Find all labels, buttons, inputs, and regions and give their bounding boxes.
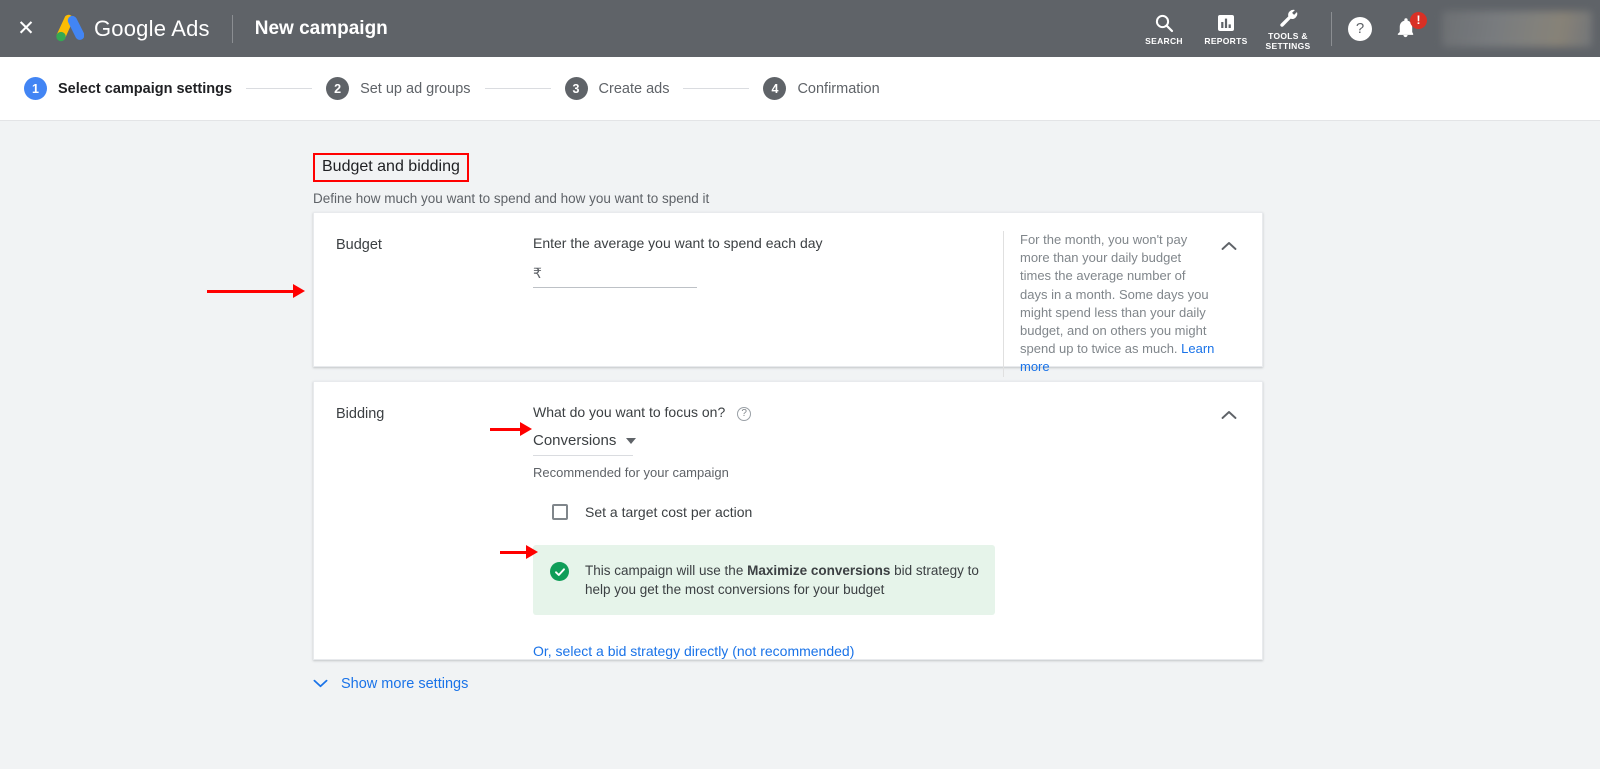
step-4-number: 4 (763, 77, 786, 100)
close-icon[interactable]: ✕ (0, 0, 52, 57)
top-app-bar: ✕ Google Ads New campaign SEARCH (0, 0, 1600, 57)
bidding-row-label: Bidding (336, 406, 384, 422)
budget-row-label: Budget (336, 237, 382, 253)
reports-label: REPORTS (1204, 37, 1247, 47)
step-3-number: 3 (565, 77, 588, 100)
focus-select-value: Conversions (533, 432, 616, 449)
section-subtitle: Define how much you want to spend and ho… (313, 190, 709, 208)
brand-name: Google Ads (94, 16, 210, 42)
annotation-arrow-section-title (207, 284, 305, 298)
step-2-label: Set up ad groups (360, 81, 470, 97)
annotation-arrow-conversions (490, 422, 532, 436)
step-connector (683, 88, 749, 89)
bidding-collapse-chevron-up-icon[interactable] (1218, 404, 1240, 426)
header-divider (232, 15, 233, 43)
target-cpa-label: Set a target cost per action (585, 504, 752, 520)
search-icon (1154, 11, 1174, 35)
tools-settings-label: TOOLS &SETTINGS (1266, 32, 1311, 51)
budget-help-panel: For the month, you won't pay more than y… (1003, 231, 1215, 377)
show-more-settings-button[interactable]: Show more settings (313, 675, 468, 693)
bidding-question: What do you want to focus on? ? (533, 402, 995, 422)
target-cpa-checkbox-row[interactable]: Set a target cost per action (552, 504, 995, 520)
section-title: Budget and bidding (322, 157, 460, 177)
search-label: SEARCH (1145, 37, 1183, 47)
focus-select-wrapper: Conversions (533, 432, 633, 456)
step-create-ads[interactable]: 3 Create ads (565, 77, 670, 100)
wrench-icon (1278, 6, 1299, 30)
target-cpa-checkbox[interactable] (552, 504, 568, 520)
budget-amount-input[interactable]: ₹ (533, 265, 697, 288)
step-2-number: 2 (326, 77, 349, 100)
page-title: New campaign (255, 18, 388, 40)
section-header: Budget and bidding Define how much you w… (313, 153, 709, 208)
search-button[interactable]: SEARCH (1133, 0, 1195, 57)
bid-strategy-banner: This campaign will use the Maximize conv… (533, 545, 995, 615)
bidding-card: Bidding What do you want to focus on? ? … (313, 381, 1263, 660)
help-glyph: ? (1356, 20, 1364, 37)
budget-collapse-chevron-up-icon[interactable] (1218, 235, 1240, 257)
help-icon[interactable]: ? (1348, 17, 1372, 41)
caret-down-icon (626, 438, 636, 444)
step-select-campaign-settings[interactable]: 1 Select campaign settings (24, 77, 232, 100)
bidding-field-group: What do you want to focus on? ? Conversi… (533, 402, 995, 659)
help-question-icon[interactable]: ? (737, 407, 751, 421)
chevron-down-icon (313, 675, 328, 693)
recommended-note: Recommended for your campaign (533, 465, 995, 480)
step-connector (485, 88, 551, 89)
actions-divider (1331, 12, 1332, 46)
budget-question: Enter the average you want to spend each… (533, 233, 823, 253)
step-connector (246, 88, 312, 89)
tools-settings-button[interactable]: TOOLS &SETTINGS (1257, 0, 1319, 57)
budget-card: Budget Enter the average you want to spe… (313, 212, 1263, 367)
focus-select[interactable]: Conversions (533, 432, 633, 456)
budget-help-text: For the month, you won't pay more than y… (1020, 232, 1209, 356)
step-3-label: Create ads (599, 81, 670, 97)
reports-bar-chart-icon (1216, 11, 1236, 35)
campaign-stepper: 1 Select campaign settings 2 Set up ad g… (0, 57, 1600, 121)
bid-strategy-banner-text: This campaign will use the Maximize conv… (585, 561, 981, 599)
account-avatar[interactable] (1442, 11, 1592, 47)
bell-icon (1394, 26, 1417, 43)
step-1-label: Select campaign settings (58, 81, 232, 97)
step-4-label: Confirmation (797, 81, 879, 97)
reports-button[interactable]: REPORTS (1195, 0, 1257, 57)
notifications-button[interactable]: ! (1394, 16, 1420, 42)
section-title-highlight: Budget and bidding (313, 153, 469, 182)
banner-text-before: This campaign will use the (585, 563, 747, 578)
step-set-up-ad-groups[interactable]: 2 Set up ad groups (326, 77, 470, 100)
step-1-number: 1 (24, 77, 47, 100)
google-ads-logo (52, 14, 84, 44)
currency-symbol: ₹ (533, 265, 542, 281)
show-more-settings-label: Show more settings (341, 676, 468, 692)
notification-badge: ! (1410, 12, 1427, 29)
bidding-question-text: What do you want to focus on? (533, 404, 725, 420)
check-circle-icon (550, 562, 569, 581)
main-content: Budget and bidding Define how much you w… (0, 121, 1600, 769)
banner-text-strategy: Maximize conversions (747, 563, 890, 578)
appbar-actions: SEARCH REPORTS TOOLS &SETTINGS (1133, 0, 1600, 57)
annotation-arrow-banner (500, 545, 538, 559)
select-bid-strategy-link[interactable]: Or, select a bid strategy directly (not … (533, 643, 995, 659)
budget-field-group: Enter the average you want to spend each… (533, 233, 823, 288)
step-confirmation[interactable]: 4 Confirmation (763, 77, 879, 100)
